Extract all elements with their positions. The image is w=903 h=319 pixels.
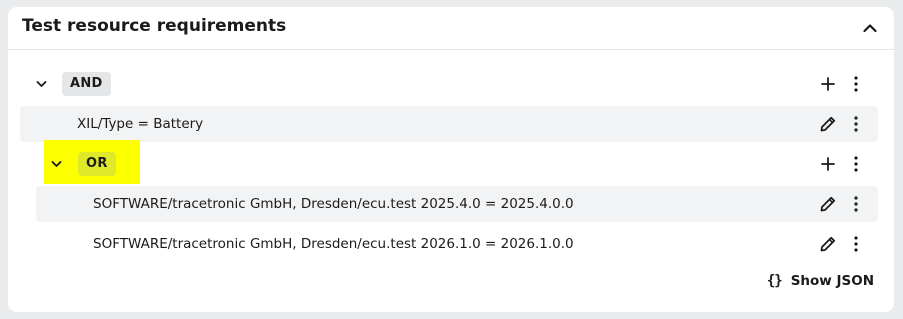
edit-condition-button[interactable] [819, 195, 837, 213]
add-condition-button[interactable] [819, 75, 837, 93]
more-options-button[interactable] [847, 115, 865, 133]
condition-row: SOFTWARE/tracetronic GmbH, Dresden/ecu.t… [36, 186, 878, 222]
card-title: Test resource requirements [22, 16, 287, 36]
requirements-card: Test resource requirements AND XIL/Type … [8, 7, 894, 312]
chevron-up-icon [863, 24, 877, 33]
more-vertical-icon [854, 196, 858, 212]
and-group-row: AND [20, 66, 878, 102]
show-json-button[interactable]: {} Show JSON [767, 271, 874, 291]
edit-pencil-icon [820, 196, 836, 212]
condition-row: XIL/Type = Battery [20, 106, 878, 142]
edit-condition-button[interactable] [819, 115, 837, 133]
condition-row: SOFTWARE/tracetronic GmbH, Dresden/ecu.t… [36, 226, 878, 262]
more-options-button[interactable] [847, 235, 865, 253]
more-vertical-icon [854, 156, 858, 172]
more-vertical-icon [854, 236, 858, 252]
more-options-button[interactable] [847, 195, 865, 213]
chevron-down-icon [51, 161, 61, 167]
more-options-button[interactable] [847, 155, 865, 173]
chevron-down-icon [36, 81, 46, 87]
edit-condition-button[interactable] [819, 235, 837, 253]
more-options-button[interactable] [847, 75, 865, 93]
or-operator-badge[interactable]: OR [78, 152, 116, 176]
and-operator-badge[interactable]: AND [62, 72, 111, 96]
braces-icon: {} [766, 273, 783, 289]
add-condition-button[interactable] [819, 155, 837, 173]
expand-toggle-and[interactable] [34, 77, 48, 91]
card-header: Test resource requirements [8, 7, 894, 50]
expand-toggle-or[interactable] [49, 157, 63, 171]
add-icon [821, 77, 835, 91]
add-icon [821, 157, 835, 171]
condition-text: SOFTWARE/tracetronic GmbH, Dresden/ecu.t… [93, 236, 574, 252]
edit-pencil-icon [820, 116, 836, 132]
condition-text: XIL/Type = Battery [77, 116, 204, 132]
edit-pencil-icon [820, 236, 836, 252]
or-group-row: OR [20, 140, 878, 184]
more-vertical-icon [854, 76, 858, 92]
condition-text: SOFTWARE/tracetronic GmbH, Dresden/ecu.t… [93, 196, 574, 212]
show-json-label: Show JSON [790, 273, 874, 289]
more-vertical-icon [854, 116, 858, 132]
collapse-button[interactable] [860, 18, 880, 38]
